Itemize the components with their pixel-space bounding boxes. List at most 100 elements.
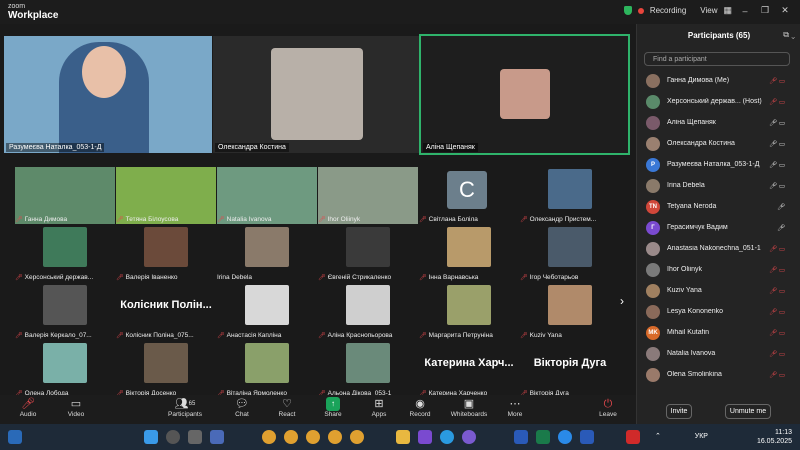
- participant-search-input[interactable]: Find a participant: [644, 52, 790, 66]
- participant-row[interactable]: Lesya Kononenko 🎤︎ ▭: [637, 301, 800, 322]
- video-tile[interactable]: Разумеєва Наталка_053-1-Д: [4, 36, 212, 153]
- gallery-tile[interactable]: 🎤︎ Тетяна Білоусова: [116, 167, 216, 224]
- mic-icon[interactable]: 🎤︎: [777, 224, 785, 232]
- participant-row[interactable]: Аліна Щепаняк 🎤︎ ▭: [637, 112, 800, 133]
- grid-icon[interactable]: ▦: [723, 5, 732, 16]
- react-button[interactable]: ♡ React: [265, 397, 309, 418]
- participant-row[interactable]: Ганна Димова (Me) 🎤︎ ▭: [637, 70, 800, 91]
- participant-row[interactable]: TN Tetyana Neroda 🎤︎: [637, 196, 800, 217]
- view-button[interactable]: View: [700, 6, 717, 15]
- start-icon[interactable]: [144, 430, 158, 444]
- muted-mic-icon[interactable]: 🎤︎ ▭: [769, 350, 785, 358]
- gallery-tile[interactable]: 🎤︎ Олена Лобода: [15, 341, 115, 398]
- gallery-tile[interactable]: C 🎤︎ Світлана Боліла: [419, 167, 519, 224]
- more-button[interactable]: ⋯ More: [493, 397, 537, 418]
- participant-row[interactable]: Olena Smolinkina 🎤︎ ▭: [637, 364, 800, 385]
- participant-row[interactable]: Херсонський держав... (Host) 🎤︎ ▭: [637, 91, 800, 112]
- language-indicator[interactable]: УКР: [695, 433, 708, 440]
- minimize-button[interactable]: –: [738, 6, 752, 16]
- search-icon[interactable]: [166, 430, 180, 444]
- close-icon[interactable]: ⌄: [791, 30, 795, 39]
- widgets-icon[interactable]: [8, 430, 22, 444]
- mic-icon[interactable]: 🎤︎ ▭: [769, 182, 785, 190]
- video-tile[interactable]: Олександра Костина: [213, 36, 419, 153]
- muted-mic-icon[interactable]: 🎤︎ ▭: [769, 308, 785, 316]
- participant-row[interactable]: Natalia Ivanova 🎤︎ ▭: [637, 343, 800, 364]
- gallery-tile[interactable]: 🎤︎ Херсонський держав...: [15, 225, 115, 282]
- gallery-tile[interactable]: 🎤︎ Маргарита Петруніна: [419, 283, 519, 340]
- muted-mic-icon[interactable]: 🎤︎ ▭: [769, 77, 785, 85]
- gallery-tile[interactable]: 🎤︎ Вікторія Досенко: [116, 341, 216, 398]
- gallery-tile[interactable]: 🎤︎ Валерія Керкало_07...: [15, 283, 115, 340]
- participant-row[interactable]: Олександра Костина 🎤︎ ▭: [637, 133, 800, 154]
- audio-button[interactable]: 🎤︎ Audio: [6, 397, 50, 418]
- video-tile-active-speaker[interactable]: Аліна Щепаняк: [419, 34, 630, 155]
- chrome-icon[interactable]: [262, 430, 276, 444]
- gallery-tile[interactable]: Колісник Полін... 🎤︎ Колісник Поліна_075..…: [116, 283, 216, 340]
- muted-mic-icon[interactable]: 🎤︎ ▭: [769, 371, 785, 379]
- word-icon[interactable]: [514, 430, 528, 444]
- gallery-tile[interactable]: 🎤︎ Альона Дікова_053-1: [318, 341, 418, 398]
- viber-icon[interactable]: [462, 430, 476, 444]
- participant-row[interactable]: MK Mihail Kutafin 🎤︎ ▭: [637, 322, 800, 343]
- muted-mic-icon[interactable]: 🎤︎ ▭: [769, 98, 785, 106]
- gallery-tile[interactable]: 🎤︎ Natalia Ivanova: [217, 167, 317, 224]
- leave-button[interactable]: ⏻ Leave: [586, 397, 630, 418]
- word-icon[interactable]: [580, 430, 594, 444]
- muted-mic-icon[interactable]: 🎤︎ ▭: [769, 329, 785, 337]
- gallery-tile[interactable]: 🎤︎ Олександр Пристем...: [520, 167, 620, 224]
- acrobat-icon[interactable]: [626, 430, 640, 444]
- clock[interactable]: 11:13 16.05.2025: [757, 428, 792, 446]
- muted-mic-icon[interactable]: 🎤︎ ▭: [769, 245, 785, 253]
- excel-icon[interactable]: [536, 430, 550, 444]
- next-page-chevron-icon[interactable]: ›: [620, 294, 624, 308]
- chrome-icon[interactable]: [328, 430, 342, 444]
- muted-mic-icon[interactable]: 🎤︎ ▭: [769, 287, 785, 295]
- muted-mic-icon[interactable]: 🎤︎ ▭: [769, 266, 785, 274]
- gallery-tile[interactable]: 🎤︎ Ганна Димова: [15, 167, 115, 224]
- gallery-tile[interactable]: Irina Debela: [217, 225, 317, 282]
- app-icon[interactable]: [418, 430, 432, 444]
- gallery-tile[interactable]: 🎤︎ Віталіна Ярмоленко: [217, 341, 317, 398]
- restore-button[interactable]: ❐: [758, 5, 772, 16]
- gallery-tile[interactable]: Вікторія Дуга 🎤︎ Вікторія Дуга: [520, 341, 620, 398]
- gallery-tile[interactable]: Катерина Харч... 🎤︎ Катерина Харченко: [419, 341, 519, 398]
- video-button[interactable]: ▭ Video: [54, 397, 98, 418]
- mic-icon[interactable]: 🎤︎ ▭: [769, 140, 785, 148]
- shield-icon[interactable]: [623, 6, 632, 15]
- invite-button[interactable]: Invite: [666, 404, 692, 419]
- participant-row[interactable]: Ihor Oliinyk 🎤︎ ▭: [637, 259, 800, 280]
- gallery-tile[interactable]: 🎤︎ Ihor Oliinyk: [318, 167, 418, 224]
- share-button[interactable]: ↑ Share: [311, 397, 355, 418]
- gallery-tile[interactable]: 🎤︎ Kuziv Yana: [520, 283, 620, 340]
- mic-icon[interactable]: 🎤︎ ▭: [769, 119, 785, 127]
- telegram-icon[interactable]: [440, 430, 454, 444]
- close-window-button[interactable]: ✕: [778, 5, 792, 16]
- chrome-icon[interactable]: [350, 430, 364, 444]
- record-button[interactable]: ◉ Record: [398, 397, 442, 418]
- system-tray[interactable]: ⌃ УКР: [655, 432, 708, 440]
- taskview-icon[interactable]: [188, 430, 202, 444]
- participant-row[interactable]: Anastasia Nakonechna_051-1 🎤︎ ▭: [637, 238, 800, 259]
- chat-button[interactable]: 💬︎ Chat: [220, 397, 264, 418]
- gallery-tile[interactable]: 🎤︎ Анастасія Капліна: [217, 283, 317, 340]
- mic-icon[interactable]: 🎤︎: [777, 203, 785, 211]
- app-icon[interactable]: [210, 430, 224, 444]
- participant-row[interactable]: Kuziv Yana 🎤︎ ▭: [637, 280, 800, 301]
- whiteboards-button[interactable]: ▣ Whiteboards: [445, 397, 493, 418]
- chrome-icon[interactable]: [284, 430, 298, 444]
- gallery-tile[interactable]: 🎤︎ Валерія Іваненко: [116, 225, 216, 282]
- gallery-tile[interactable]: 🎤︎ Аліна Краснопьорова: [318, 283, 418, 340]
- unmute-me-button[interactable]: Unmute me: [725, 404, 771, 419]
- folder-icon[interactable]: [396, 430, 410, 444]
- gallery-tile[interactable]: 🎤︎ Євгеній Стрикаленко: [318, 225, 418, 282]
- recording-indicator[interactable]: Recording: [650, 6, 686, 15]
- gallery-tile[interactable]: 🎤︎ Інна Варнавська: [419, 225, 519, 282]
- chrome-icon[interactable]: [306, 430, 320, 444]
- zoom-icon[interactable]: [558, 430, 572, 444]
- gallery-tile[interactable]: 🎤︎ Ігор Чеботарьов: [520, 225, 620, 282]
- popout-icon[interactable]: ⧉: [783, 30, 789, 39]
- participant-row[interactable]: Р Разумеєва Наталка_053-1-Д 🎤︎ ▭: [637, 154, 800, 175]
- participant-row[interactable]: Irina Debela 🎤︎ ▭: [637, 175, 800, 196]
- mic-icon[interactable]: 🎤︎ ▭: [769, 161, 785, 169]
